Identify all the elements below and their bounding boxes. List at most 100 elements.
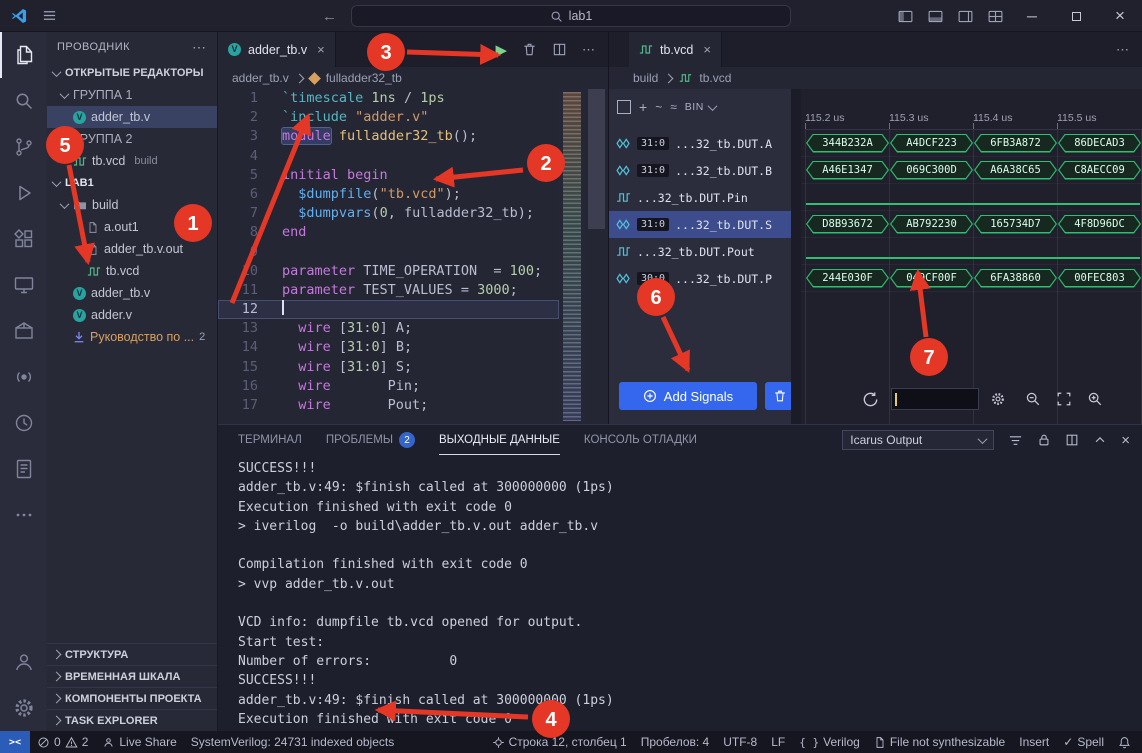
time-input[interactable] (891, 388, 979, 410)
cursor-position-status[interactable]: Строка 12, столбец 1 (485, 731, 634, 753)
analog-wave-icon[interactable]: ~ (655, 100, 662, 114)
code-line[interactable]: 9 (218, 243, 559, 262)
wave-row[interactable]: D8B93672AB792230165734D74F8D96DC (801, 211, 1142, 238)
live-share-icon[interactable] (0, 354, 47, 400)
code-line[interactable]: 15 wire [31:0] S; (218, 358, 559, 377)
open-editors-header[interactable]: ОТКРЫТЫЕ РЕДАКТОРЫ (47, 62, 217, 84)
back-arrow-icon[interactable]: ← (322, 8, 337, 25)
wave-row[interactable] (801, 238, 1142, 265)
color-swatch-icon[interactable] (617, 100, 631, 114)
tab-output[interactable]: ВЫХОДНЫЕ ДАННЫЕ (439, 425, 560, 455)
wave-row[interactable] (801, 184, 1142, 211)
close-panel-icon[interactable]: × (1121, 432, 1130, 449)
signal-row[interactable]: 31:0...32_tb.DUT.A (609, 130, 791, 157)
menu-icon[interactable] (42, 8, 57, 23)
run-and-debug-icon[interactable] (0, 170, 47, 216)
encoding-status[interactable]: UTF-8 (716, 731, 764, 753)
indentation-status[interactable]: Пробелов: 4 (634, 731, 717, 753)
workspace-header[interactable]: LAB1 (47, 172, 217, 194)
output-filter-icon[interactable] (1008, 433, 1023, 448)
add-signals-button[interactable]: Add Signals (619, 382, 757, 410)
code-line[interactable]: 13 wire [31:0] A; (218, 319, 559, 338)
tree-item-aout1[interactable]: a.out1 (47, 216, 217, 238)
waveform-area[interactable]: 115.2 us115.3 us115.4 us115.5 us 344B232… (801, 89, 1142, 424)
refresh-icon[interactable] (861, 390, 880, 409)
code-line[interactable]: 16 wire Pin; (218, 377, 559, 396)
editor-group-2-header[interactable]: ГРУППА 2 (47, 128, 217, 150)
tab-problems[interactable]: ПРОБЛЕМЫ 2 (326, 425, 415, 455)
wave-row[interactable]: 244E030F049CF00F6FA3886000FEC803 (801, 265, 1142, 292)
search-icon[interactable] (0, 78, 47, 124)
tree-item-adder-v[interactable]: V adder.v (47, 304, 217, 326)
settings-gear-icon[interactable] (0, 685, 47, 731)
signal-row[interactable]: ...32_tb.DUT.Pin (609, 184, 791, 211)
maximize-panel-icon[interactable] (1093, 433, 1107, 447)
step-wave-icon[interactable]: ≈ (670, 100, 677, 114)
code-lines[interactable]: 1`timescale 1ns / 1ps2`include "adder.v"… (218, 89, 559, 424)
synthesis-status[interactable]: File not synthesizable (867, 731, 1012, 753)
language-mode-status[interactable]: { } Verilog (792, 731, 867, 753)
code-line[interactable]: 6 $dumpfile("tb.vcd"); (218, 185, 559, 204)
maximize-button[interactable] (1054, 0, 1098, 32)
customize-layout-icon[interactable] (980, 0, 1010, 32)
remote-indicator[interactable]: >< (0, 731, 30, 753)
signal-row[interactable]: ...32_tb.DUT.Pout (609, 238, 791, 265)
section-project-components[interactable]: КОМПОНЕНТЫ ПРОЕКТА (47, 687, 217, 709)
tab-debug-console[interactable]: КОНСОЛЬ ОТЛАДКИ (584, 425, 697, 455)
code-line[interactable]: 7 $dumpvars(0, fulladder32_tb); (218, 204, 559, 223)
more-actions-icon[interactable]: ⋯ (582, 42, 596, 58)
spell-checker-status[interactable]: ✓ Spell (1056, 731, 1111, 753)
minimap[interactable] (559, 89, 585, 424)
split-panel-icon[interactable] (1065, 433, 1079, 447)
tree-item-adder-tb-out[interactable]: adder_tb.v.out (47, 238, 217, 260)
open-editor-tb-vcd[interactable]: tb.vcd build (47, 150, 217, 172)
explorer-icon[interactable] (0, 32, 47, 78)
open-editor-adder-tb[interactable]: V adder_tb.v (47, 106, 217, 128)
code-line[interactable]: 10parameter TIME_OPERATION = 100; (218, 262, 559, 281)
close-button[interactable]: × (1098, 0, 1142, 32)
code-line[interactable]: 2`include "adder.v" (218, 108, 559, 127)
gear-icon[interactable] (990, 391, 1006, 407)
code-line[interactable]: 1`timescale 1ns / 1ps (218, 89, 559, 108)
signal-scrollbar[interactable] (791, 89, 801, 424)
tab-terminal[interactable]: ТЕРМИНАЛ (238, 425, 302, 455)
zoom-in-icon[interactable] (1087, 391, 1103, 407)
code-line[interactable]: 5initial begin (218, 166, 559, 185)
add-icon[interactable]: + (639, 99, 647, 115)
signal-row[interactable]: 30:0...32_tb.DUT.P (609, 265, 791, 292)
account-icon[interactable] (0, 639, 47, 685)
breadcrumb-2[interactable]: build tb.vcd (609, 67, 1142, 89)
more-actions-icon[interactable]: ⋯ (1116, 42, 1130, 58)
format-dropdown[interactable]: BIN (685, 101, 716, 113)
tab-adder-tb-v[interactable]: V adder_tb.v × (218, 32, 336, 67)
breadcrumb[interactable]: adder_tb.v fulladder32_tb (218, 67, 608, 89)
section-structure[interactable]: СТРУКТУРА (47, 643, 217, 665)
zoom-out-icon[interactable] (1025, 391, 1041, 407)
tree-item-build[interactable]: build (47, 194, 217, 216)
lock-icon[interactable] (1037, 433, 1051, 447)
trash-icon[interactable] (522, 42, 537, 57)
notebook-icon[interactable] (0, 446, 47, 492)
code-line[interactable]: 17 wire Pout; (218, 396, 559, 415)
output-log[interactable]: SUCCESS!!!adder_tb.v:49: $finish called … (218, 455, 1142, 731)
toggle-panel-icon[interactable] (920, 0, 950, 32)
wave-row[interactable]: 344B232AA4DCF2236FB3A87286DECAD3 (801, 130, 1142, 157)
section-timeline[interactable]: ВРЕМЕННАЯ ШКАЛА (47, 665, 217, 687)
problems-status[interactable]: 0 2 (30, 731, 95, 753)
command-center-search[interactable]: lab1 (351, 5, 791, 27)
minimize-button[interactable]: ─ (1010, 0, 1054, 32)
scrollbar-thumb[interactable] (588, 89, 605, 229)
toggle-sidebar-icon[interactable] (890, 0, 920, 32)
zoom-fit-icon[interactable] (1056, 391, 1072, 407)
code-line[interactable]: 8end (218, 223, 559, 242)
code-line[interactable]: 14 wire [31:0] B; (218, 338, 559, 357)
insert-mode-status[interactable]: Insert (1012, 731, 1056, 753)
run-file-icon[interactable]: ▶ (495, 41, 507, 59)
live-share-status[interactable]: Live Share (95, 731, 183, 753)
more-actions-icon[interactable] (0, 492, 47, 538)
split-editor-icon[interactable] (552, 42, 567, 57)
signal-row[interactable]: 31:0...32_tb.DUT.S (609, 211, 791, 238)
editor-scrollbar[interactable] (585, 89, 608, 424)
toggle-secondary-sidebar-icon[interactable] (950, 0, 980, 32)
close-tab-icon[interactable]: × (317, 42, 325, 57)
